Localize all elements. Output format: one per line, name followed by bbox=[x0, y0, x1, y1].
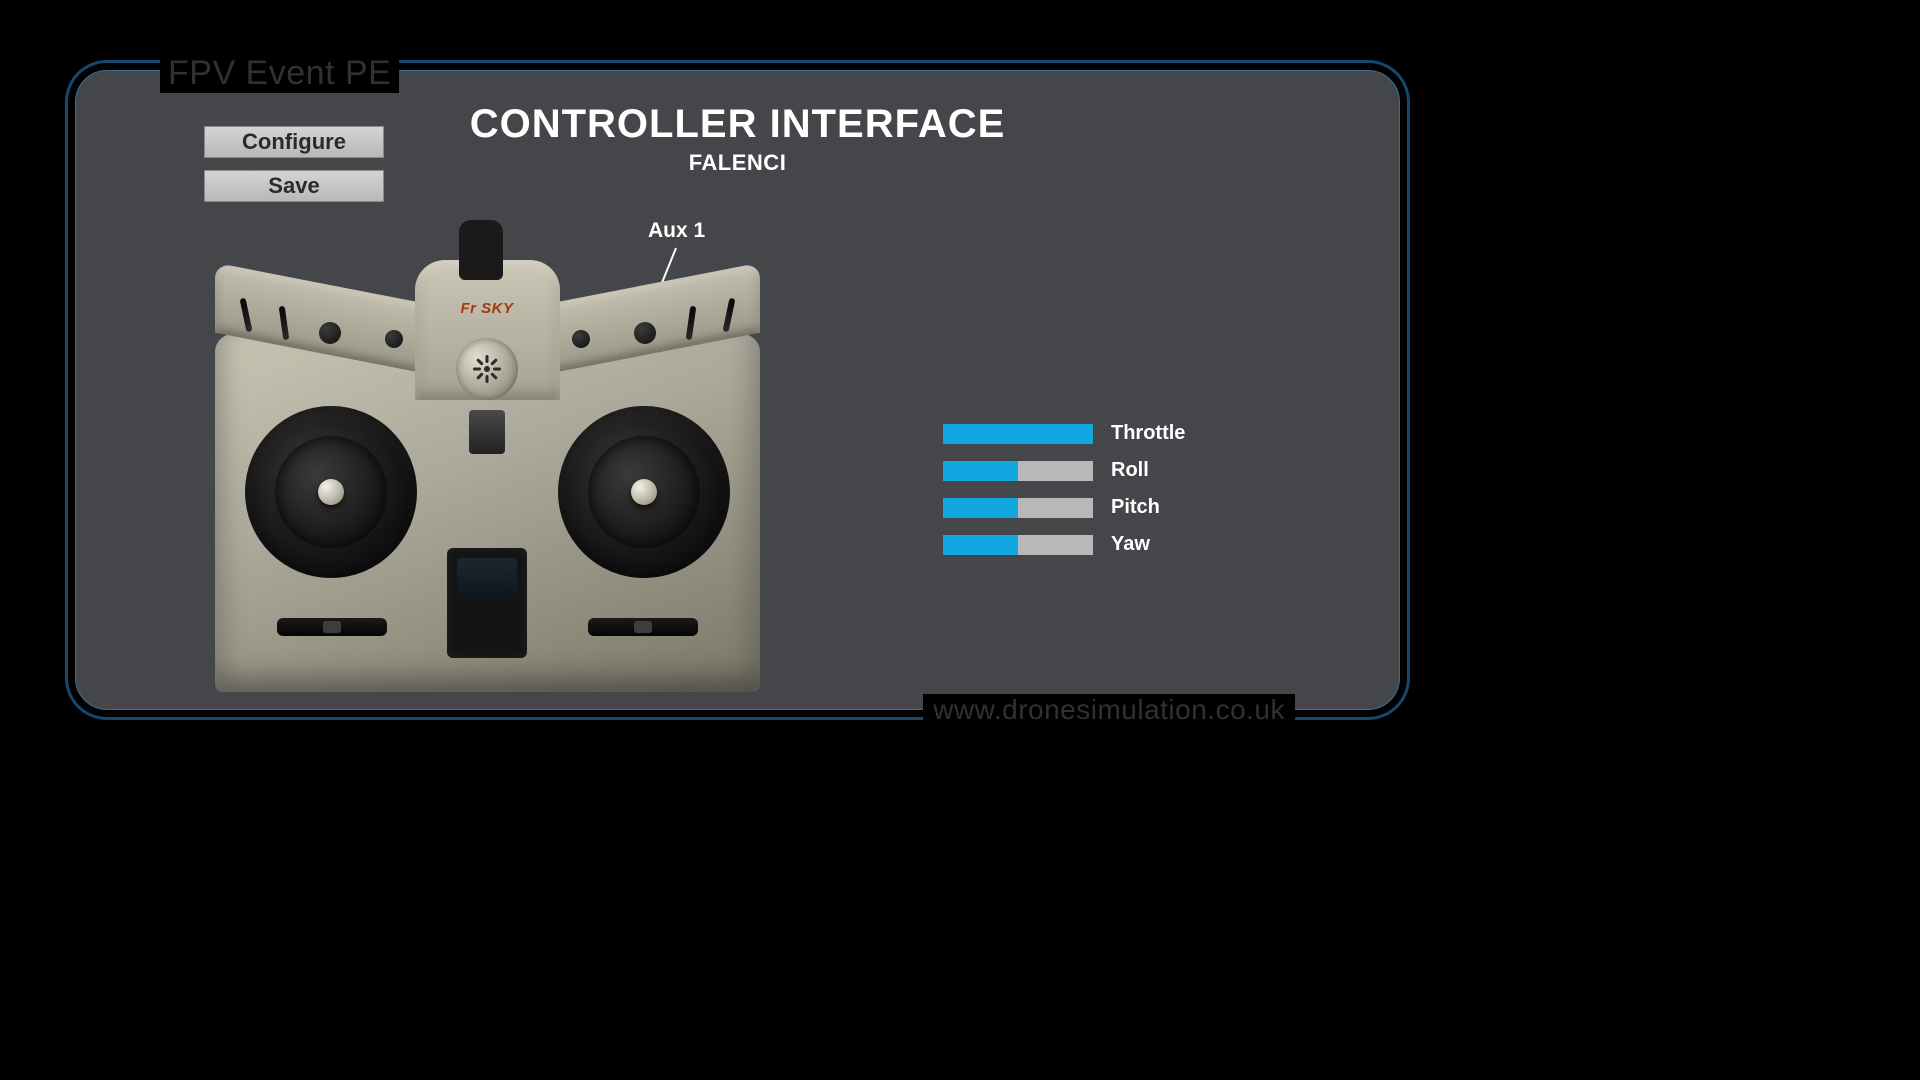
yaw-bar-fill bbox=[943, 535, 1018, 555]
page-subtitle: FALENCI bbox=[75, 150, 1400, 176]
channel-row-yaw: Yaw bbox=[943, 533, 1273, 556]
channel-row-pitch: Pitch bbox=[943, 496, 1273, 519]
controller-brand-label: Fr SKY bbox=[437, 300, 537, 317]
controller-speaker-icon bbox=[456, 338, 518, 400]
pitch-bar bbox=[943, 498, 1093, 518]
throttle-label: Throttle bbox=[1111, 422, 1185, 445]
roll-bar bbox=[943, 461, 1093, 481]
trim-left-icon bbox=[277, 618, 387, 636]
controller-illustration: Fr SKY bbox=[215, 220, 760, 700]
channel-row-roll: Roll bbox=[943, 459, 1273, 482]
settings-panel: FPV Event PE www.dronesimulation.co.uk C… bbox=[65, 60, 1410, 720]
throttle-bar-fill bbox=[943, 424, 1093, 444]
yaw-bar bbox=[943, 535, 1093, 555]
pitch-label: Pitch bbox=[1111, 496, 1160, 519]
trim-right-icon bbox=[588, 618, 698, 636]
channel-bars: Throttle Roll Pitch Yaw bbox=[943, 422, 1273, 570]
page-title: CONTROLLER INTERFACE bbox=[75, 102, 1400, 147]
controller-lcd bbox=[447, 548, 527, 658]
panel-content: Configure Save CONTROLLER INTERFACE FALE… bbox=[75, 70, 1400, 710]
knob-s1-icon bbox=[319, 322, 341, 344]
channel-row-throttle: Throttle bbox=[943, 422, 1273, 445]
knob-left-inner-icon bbox=[385, 330, 403, 348]
right-gimbal bbox=[558, 406, 730, 578]
throttle-bar bbox=[943, 424, 1093, 444]
left-gimbal bbox=[245, 406, 417, 578]
yaw-label: Yaw bbox=[1111, 533, 1150, 556]
roll-label: Roll bbox=[1111, 459, 1149, 482]
roll-bar-fill bbox=[943, 461, 1018, 481]
controller-handle bbox=[469, 410, 505, 454]
pitch-bar-fill bbox=[943, 498, 1018, 518]
left-stick-icon bbox=[318, 479, 344, 505]
controller-antenna-icon bbox=[459, 220, 503, 280]
knob-right-inner-icon bbox=[572, 330, 590, 348]
knob-s2-icon bbox=[634, 322, 656, 344]
right-stick-icon bbox=[631, 479, 657, 505]
